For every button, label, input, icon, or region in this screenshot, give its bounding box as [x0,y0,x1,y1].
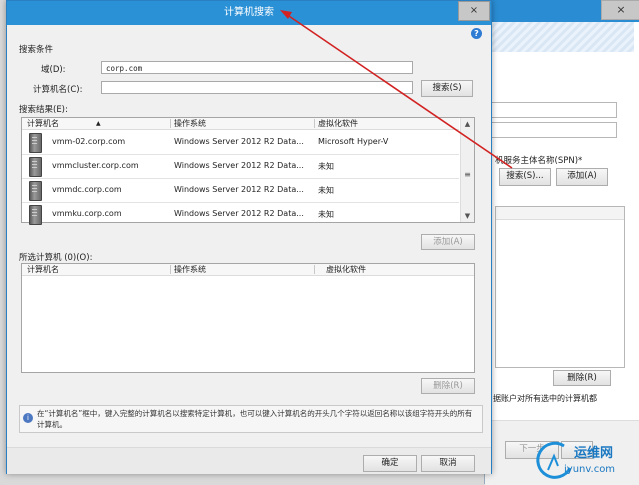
watermark-url: iyunv.com [564,464,616,475]
annotation-arrow [280,10,513,169]
watermark-name: 运维网 [574,446,614,461]
watermark-logo-icon [536,441,572,479]
watermark: 运维网 iyunv.com [534,440,638,482]
